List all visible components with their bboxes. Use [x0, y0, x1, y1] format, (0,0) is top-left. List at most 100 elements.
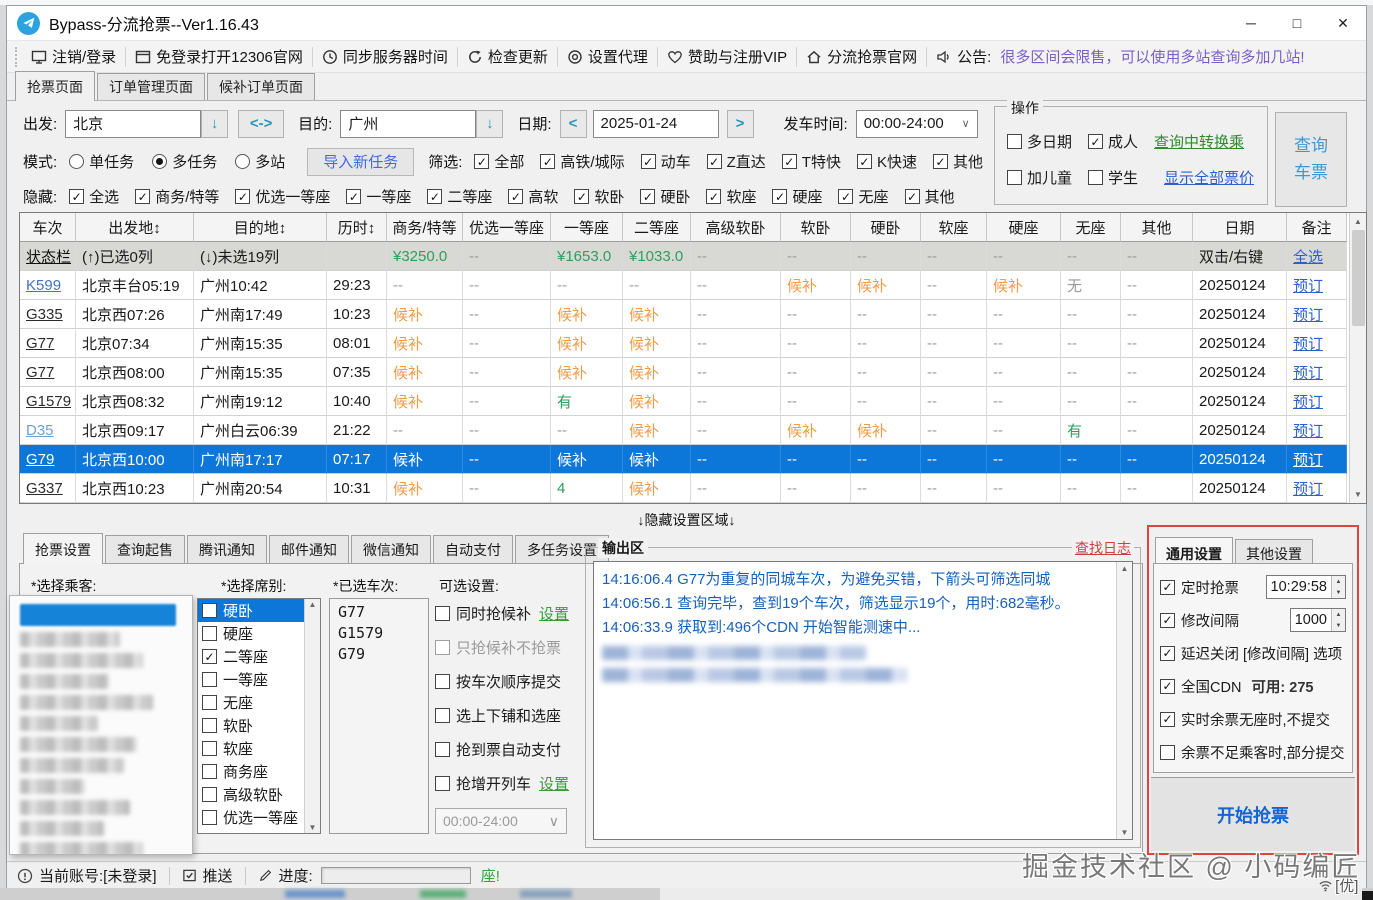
toolbar-item-4[interactable]: 设置代理 [560, 46, 655, 67]
option-row-1[interactable]: 只抢候补不抢票 [435, 636, 581, 659]
table-row-K599[interactable]: K599北京丰台05:19广州10:4229:23----------候补候补-… [20, 271, 1366, 300]
passenger-row-redacted[interactable] [20, 842, 143, 855]
scroll-up-icon[interactable]: ▲ [1350, 213, 1367, 230]
setting-row-4[interactable]: ✓实时余票无座时,不提交 [1160, 706, 1346, 732]
date-input[interactable]: 2025-01-24 [593, 110, 719, 138]
bottom-tab-4[interactable]: 微信通知 [351, 535, 431, 564]
setting-row-5[interactable]: 余票不足乘客时,部分提交 [1160, 739, 1346, 765]
date-prev-button[interactable]: < [560, 110, 587, 138]
status-cell-16[interactable]: 全选 [1287, 242, 1347, 271]
radio-button[interactable] [235, 154, 250, 169]
option-row-5[interactable]: 抢增开列车设置 [435, 772, 581, 795]
passenger-row-redacted[interactable] [20, 800, 130, 815]
depart-input[interactable]: 北京 [65, 110, 201, 138]
table-row-G77[interactable]: G77北京西08:00广州南15:3507:35候补--候补候补--------… [20, 358, 1366, 387]
table-row-D35[interactable]: D35北京西09:17广州白云06:3921:22------候补--候补候补-… [20, 416, 1366, 445]
cell-7-0[interactable]: G337 [20, 474, 76, 503]
column-header-1[interactable]: 出发地↕ [76, 213, 194, 242]
dest-input[interactable]: 广州 [340, 110, 476, 138]
checkbox[interactable] [202, 741, 217, 756]
column-header-11[interactable]: 软座 [921, 213, 987, 242]
adult-checkbox[interactable]: ✓成人 [1088, 131, 1138, 152]
hide-checkbox-3[interactable]: ✓一等座 [346, 186, 411, 207]
seat-item-9[interactable]: 优选一等座 [198, 806, 304, 829]
main-tab-0[interactable]: 抢票页面 [15, 71, 95, 101]
dest-dropdown-icon[interactable]: ↓ [476, 110, 503, 138]
checkbox[interactable]: ✓ [1160, 646, 1175, 661]
checkbox[interactable]: ✓ [772, 189, 787, 204]
hide-checkbox-0[interactable]: ✓全选 [69, 186, 119, 207]
scroll-up-icon[interactable]: ▲ [1121, 564, 1129, 573]
import-task-button[interactable]: 导入新任务 [307, 148, 414, 176]
scroll-down-icon[interactable]: ▼ [1121, 828, 1129, 837]
multi-date-checkbox[interactable]: 多日期 [1007, 131, 1072, 152]
table-row-G1579[interactable]: G1579北京西08:32广州南19:1210:40候补--有候补-------… [20, 387, 1366, 416]
setting-row-0[interactable]: ✓定时抢票10:29:58▲▼ [1160, 574, 1346, 600]
depart-dropdown-icon[interactable]: ↓ [201, 110, 228, 138]
hide-checkbox-6[interactable]: ✓软卧 [574, 186, 624, 207]
checkbox[interactable]: ✓ [838, 189, 853, 204]
checkbox[interactable]: ✓ [1160, 712, 1175, 727]
scroll-up-icon[interactable]: ▲ [309, 600, 317, 609]
bottom-tab-2[interactable]: 腾讯通知 [187, 535, 267, 564]
push-toggle[interactable]: 推送 [182, 865, 233, 886]
option-row-3[interactable]: 选上下铺和选座 [435, 704, 581, 727]
main-tab-2[interactable]: 候补订单页面 [207, 73, 315, 101]
column-header-7[interactable]: 二等座 [623, 213, 691, 242]
cell-5-16[interactable]: 预订 [1287, 416, 1347, 445]
filter-checkbox-4[interactable]: ✓T特快 [782, 151, 841, 172]
cell-4-16[interactable]: 预订 [1287, 387, 1347, 416]
checkbox[interactable]: ✓ [427, 189, 442, 204]
checkbox[interactable] [202, 626, 217, 641]
checkbox[interactable] [202, 787, 217, 802]
hide-checkbox-7[interactable]: ✓硬卧 [640, 186, 690, 207]
checkbox[interactable]: ✓ [782, 154, 797, 169]
checkbox[interactable]: ✓ [508, 189, 523, 204]
checkbox[interactable] [435, 606, 450, 621]
checkbox[interactable]: ✓ [1160, 613, 1175, 628]
seat-item-4[interactable]: 无座 [198, 691, 304, 714]
seat-item-5[interactable]: 软卧 [198, 714, 304, 737]
cell-1-16[interactable]: 预订 [1287, 300, 1347, 329]
column-header-13[interactable]: 无座 [1061, 213, 1121, 242]
column-header-10[interactable]: 硬卧 [851, 213, 921, 242]
setting-row-3[interactable]: ✓全国CDN可用: 275 [1160, 673, 1346, 699]
checkbox[interactable] [1007, 170, 1022, 185]
maximize-button[interactable]: □ [1274, 6, 1320, 40]
hide-checkbox-10[interactable]: ✓无座 [838, 186, 888, 207]
output-scrollbar[interactable]: ▲ ▼ [1116, 562, 1132, 839]
query-tickets-button[interactable]: 查询车票 [1275, 112, 1347, 207]
status-cell-0[interactable]: 状态栏 [20, 242, 76, 271]
column-header-3[interactable]: 历时↕ [327, 213, 387, 242]
toolbar-item-7[interactable]: 公告: [929, 46, 998, 67]
hide-checkbox-1[interactable]: ✓商务/特等 [135, 186, 219, 207]
seat-item-2[interactable]: ✓二等座 [198, 645, 304, 668]
checkbox[interactable]: ✓ [857, 154, 872, 169]
close-button[interactable]: ✕ [1320, 6, 1366, 40]
cell-3-0[interactable]: G77 [20, 358, 76, 387]
checkbox[interactable]: ✓ [1160, 679, 1175, 694]
hide-checkbox-9[interactable]: ✓硬座 [772, 186, 822, 207]
filter-checkbox-3[interactable]: ✓Z直达 [707, 151, 766, 172]
hide-checkbox-2[interactable]: ✓优选一等座 [235, 186, 330, 207]
selected-trains-list[interactable]: G77G1579G79 [329, 598, 429, 834]
column-header-6[interactable]: 一等座 [551, 213, 623, 242]
swap-stations-button[interactable]: <-> [238, 110, 284, 138]
filter-checkbox-6[interactable]: ✓其他 [933, 151, 983, 172]
checkbox[interactable]: ✓ [1088, 134, 1103, 149]
child-checkbox[interactable]: 加儿童 [1007, 167, 1072, 188]
checkbox[interactable] [435, 742, 450, 757]
cell-6-0[interactable]: G79 [20, 445, 76, 474]
checkbox[interactable]: ✓ [69, 189, 84, 204]
minimize-button[interactable]: ─ [1228, 6, 1274, 40]
seat-item-6[interactable]: 软座 [198, 737, 304, 760]
hide-checkbox-11[interactable]: ✓其他 [905, 186, 955, 207]
checkbox[interactable] [435, 640, 450, 655]
filter-checkbox-0[interactable]: ✓全部 [474, 151, 524, 172]
student-checkbox[interactable]: 学生 [1088, 167, 1138, 188]
option-settings-link[interactable]: 设置 [539, 603, 569, 624]
checkbox[interactable] [202, 672, 217, 687]
toolbar-item-0[interactable]: 注销/登录 [24, 46, 123, 67]
bottom-tab-3[interactable]: 邮件通知 [269, 535, 349, 564]
output-log[interactable]: ▲ ▼ 14:16:06.4 G77为重复的同城车次，为避免买错，下箭头可筛选同… [593, 561, 1133, 840]
